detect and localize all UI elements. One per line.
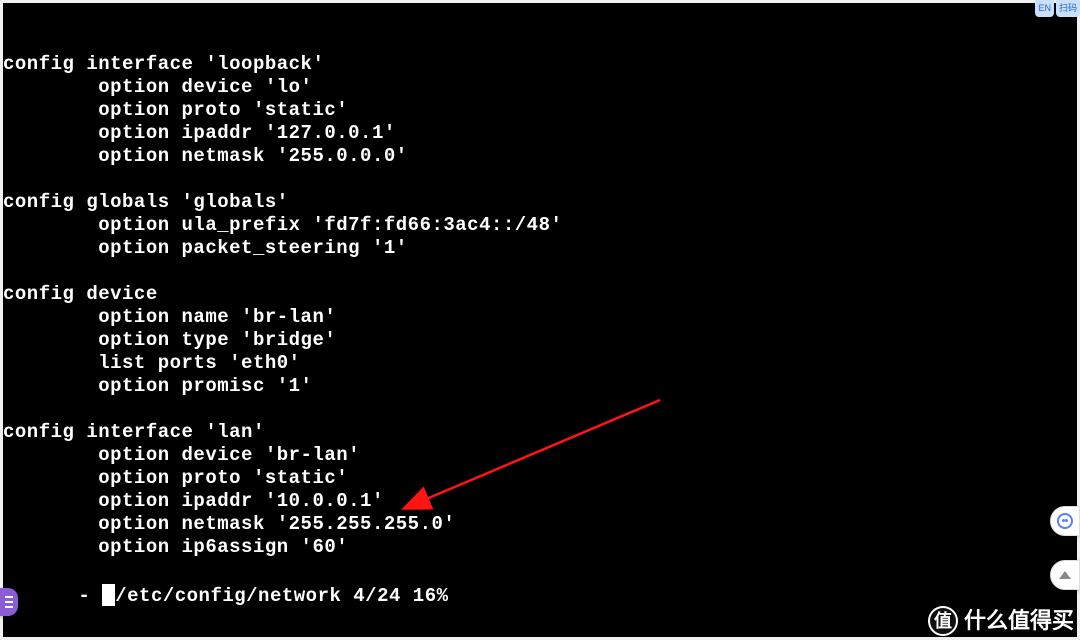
terminal-window[interactable]: config interface 'loopback' option devic…	[3, 3, 1077, 637]
status-filepath: /etc/config/network	[115, 585, 341, 607]
bot-icon	[1057, 513, 1073, 529]
status-dash: -	[78, 585, 102, 607]
watermark: 值 什么值得买	[928, 606, 1074, 636]
chevron-up-icon	[1059, 571, 1071, 579]
ext-tab-scan[interactable]: 扫码	[1056, 0, 1080, 17]
browser-ext-tabs: EN 扫码	[1035, 0, 1080, 17]
ext-tab-lang[interactable]: EN	[1035, 0, 1054, 17]
watermark-text: 什么值得买	[964, 610, 1074, 632]
cursor	[102, 584, 115, 606]
editor-status-line: - /etc/config/network 4/24 16%	[3, 561, 1077, 631]
assistant-button[interactable]	[1050, 506, 1080, 536]
status-position: 4/24 16%	[341, 585, 448, 607]
watermark-badge-icon: 值	[928, 606, 958, 636]
side-drawer-handle[interactable]	[0, 588, 18, 616]
scroll-up-button[interactable]	[1050, 560, 1080, 590]
screenshot-frame: config interface 'loopback' option devic…	[0, 0, 1080, 640]
terminal-content[interactable]: config interface 'loopback' option devic…	[3, 53, 1077, 559]
